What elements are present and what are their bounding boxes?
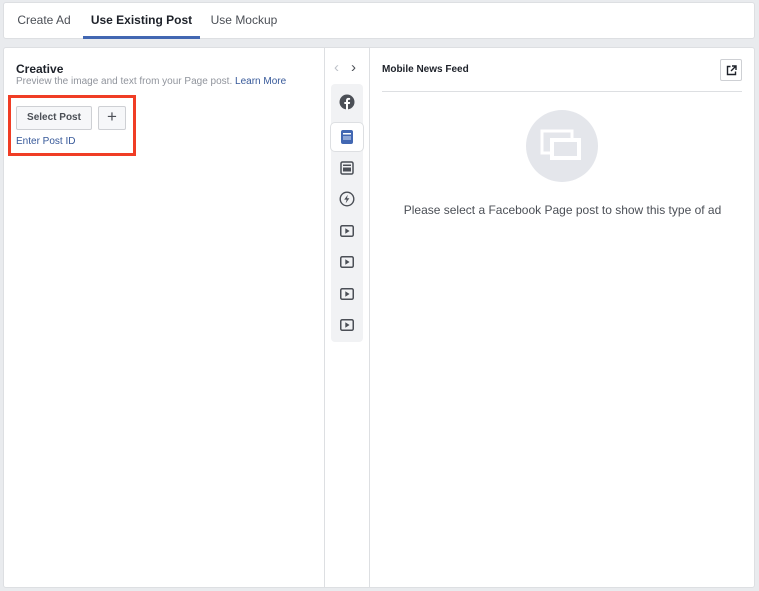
placement-video-1[interactable]	[331, 217, 363, 245]
placement-video-4[interactable]	[331, 311, 363, 339]
creative-description: Preview the image and text from your Pag…	[16, 76, 286, 87]
empty-state-message: Please select a Facebook Page post to sh…	[403, 203, 722, 217]
placement-messenger[interactable]	[331, 185, 363, 213]
creative-title: Creative	[16, 62, 64, 76]
external-link-icon	[726, 64, 737, 75]
desktop-feed-icon	[340, 161, 354, 175]
messenger-icon	[339, 191, 355, 207]
video-icon	[340, 319, 354, 331]
chevron-left-icon[interactable]: ‹	[334, 60, 339, 76]
placement-facebook[interactable]	[331, 88, 363, 116]
select-post-button[interactable]: Select Post	[16, 106, 92, 130]
placement-mobile-feed[interactable]	[331, 123, 363, 151]
chevron-right-icon[interactable]: ›	[351, 60, 356, 76]
main-panel: Creative Preview the image and text from…	[3, 47, 755, 588]
plus-icon: +	[107, 107, 117, 126]
preview-section: Mobile News Feed Please select a Faceboo…	[370, 48, 754, 587]
tab-use-mockup[interactable]: Use Mockup	[204, 3, 284, 39]
placement-video-2[interactable]	[331, 248, 363, 276]
placement-desktop-feed[interactable]	[331, 154, 363, 182]
facebook-icon	[339, 94, 355, 110]
preview-title: Mobile News Feed	[382, 64, 469, 75]
image-placeholder-icon	[540, 129, 581, 160]
open-external-button[interactable]	[720, 59, 742, 81]
empty-state-illustration	[526, 110, 598, 182]
tab-use-existing-post[interactable]: Use Existing Post	[83, 3, 200, 39]
add-post-button[interactable]: +	[98, 106, 126, 130]
video-icon	[340, 256, 354, 268]
tab-bar: Create Ad Use Existing Post Use Mockup	[3, 2, 755, 39]
video-icon	[340, 225, 354, 237]
placement-sidebar: ‹ ›	[324, 48, 370, 587]
creative-section: Creative Preview the image and text from…	[4, 48, 324, 587]
learn-more-link[interactable]: Learn More	[235, 76, 286, 87]
preview-divider	[382, 91, 742, 92]
enter-post-id-link[interactable]: Enter Post ID	[16, 136, 75, 147]
tab-create-ad[interactable]: Create Ad	[8, 3, 80, 39]
mobile-feed-icon	[341, 130, 353, 144]
placement-video-3[interactable]	[331, 280, 363, 308]
video-icon	[340, 288, 354, 300]
creative-description-text: Preview the image and text from your Pag…	[16, 76, 233, 87]
